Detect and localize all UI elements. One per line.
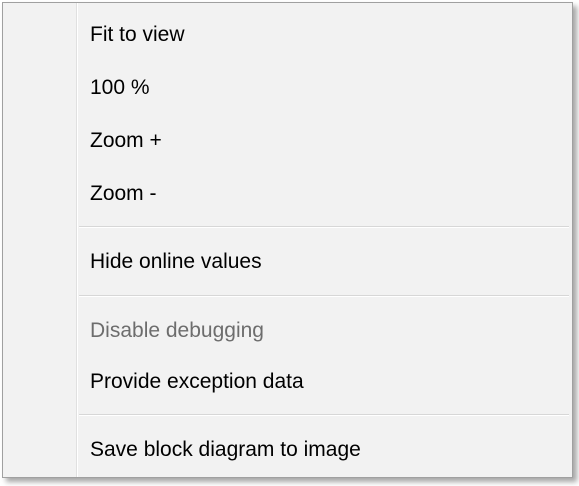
menu-item-zoom-in[interactable]: Zoom +	[6, 117, 569, 165]
menu-separator	[79, 295, 569, 297]
menu-separator	[79, 414, 569, 416]
menu-item-label: Zoom -	[90, 182, 157, 205]
menu-item-provide-exception-data[interactable]: Provide exception data	[6, 358, 569, 406]
menu-item-label: Save block diagram to image	[90, 438, 361, 461]
menu-separator	[79, 226, 569, 228]
menu-item-label: Provide exception data	[90, 370, 304, 393]
menu-item-label: Hide online values	[90, 250, 262, 273]
menu-item-label: Zoom +	[90, 129, 162, 152]
menu-item-zoom-100[interactable]: 100 %	[6, 64, 569, 112]
menu-item-fit-to-view[interactable]: Fit to view	[6, 11, 569, 59]
menu-item-label: Fit to view	[90, 23, 185, 46]
context-menu: Fit to view 100 % Zoom + Zoom - Hide onl…	[2, 2, 573, 478]
menu-item-disable-debugging: Disable debugging	[6, 307, 569, 355]
menu-item-label: 100 %	[90, 76, 150, 99]
menu-item-hide-online-values[interactable]: Hide online values	[6, 238, 569, 286]
menu-item-label: Disable debugging	[90, 319, 264, 342]
menu-item-save-block-diagram[interactable]: Save block diagram to image	[6, 426, 569, 474]
menu-item-zoom-out[interactable]: Zoom -	[6, 170, 569, 218]
